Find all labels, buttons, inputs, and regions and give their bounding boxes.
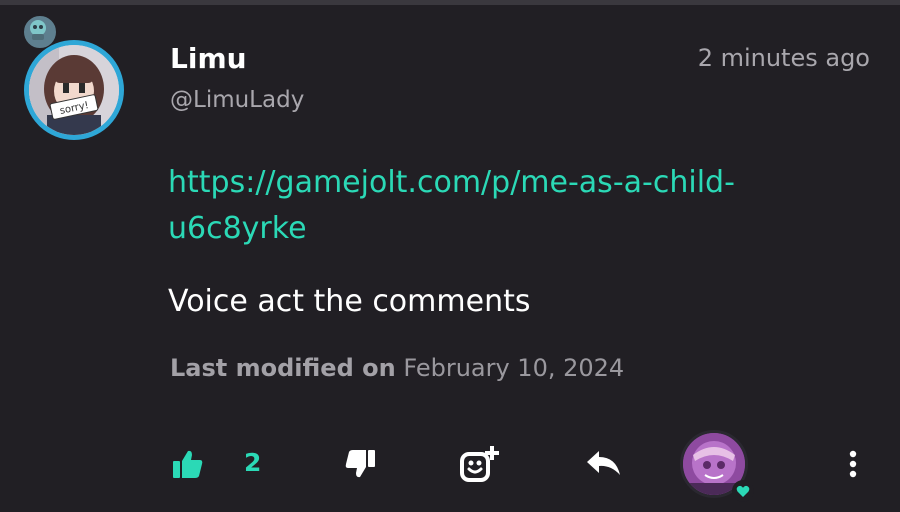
reply-button[interactable]	[582, 446, 626, 482]
author-avatar[interactable]: sorry!	[24, 40, 124, 140]
like-button[interactable]	[168, 446, 208, 482]
more-options-button[interactable]	[838, 444, 868, 484]
author-handle[interactable]: @LimuLady	[170, 87, 304, 113]
dislike-button[interactable]	[340, 446, 380, 482]
post-link[interactable]: https://gamejolt.com/p/me-as-a-child-u6c…	[168, 160, 808, 252]
author-avatar-wrap[interactable]: sorry!	[22, 14, 138, 140]
author-name[interactable]: Limu	[170, 42, 247, 75]
more-vertical-icon	[849, 450, 857, 478]
last-modified: Last modified on February 10, 2024	[170, 354, 624, 382]
post-timestamp[interactable]: 2 minutes ago	[698, 44, 870, 72]
add-reaction-button[interactable]	[456, 444, 502, 484]
action-bar: 2	[0, 430, 900, 502]
post-body: Voice act the comments	[168, 284, 531, 319]
thumbs-up-icon	[173, 450, 203, 478]
reply-icon	[587, 451, 620, 475]
liker-heart-icon	[732, 480, 754, 502]
thumbs-down-icon	[345, 450, 375, 478]
modified-date: February 10, 2024	[403, 354, 625, 382]
top-divider	[0, 0, 900, 5]
modified-label: Last modified on	[170, 354, 396, 382]
add-reaction-icon	[460, 446, 499, 482]
like-count[interactable]: 2	[244, 448, 261, 477]
